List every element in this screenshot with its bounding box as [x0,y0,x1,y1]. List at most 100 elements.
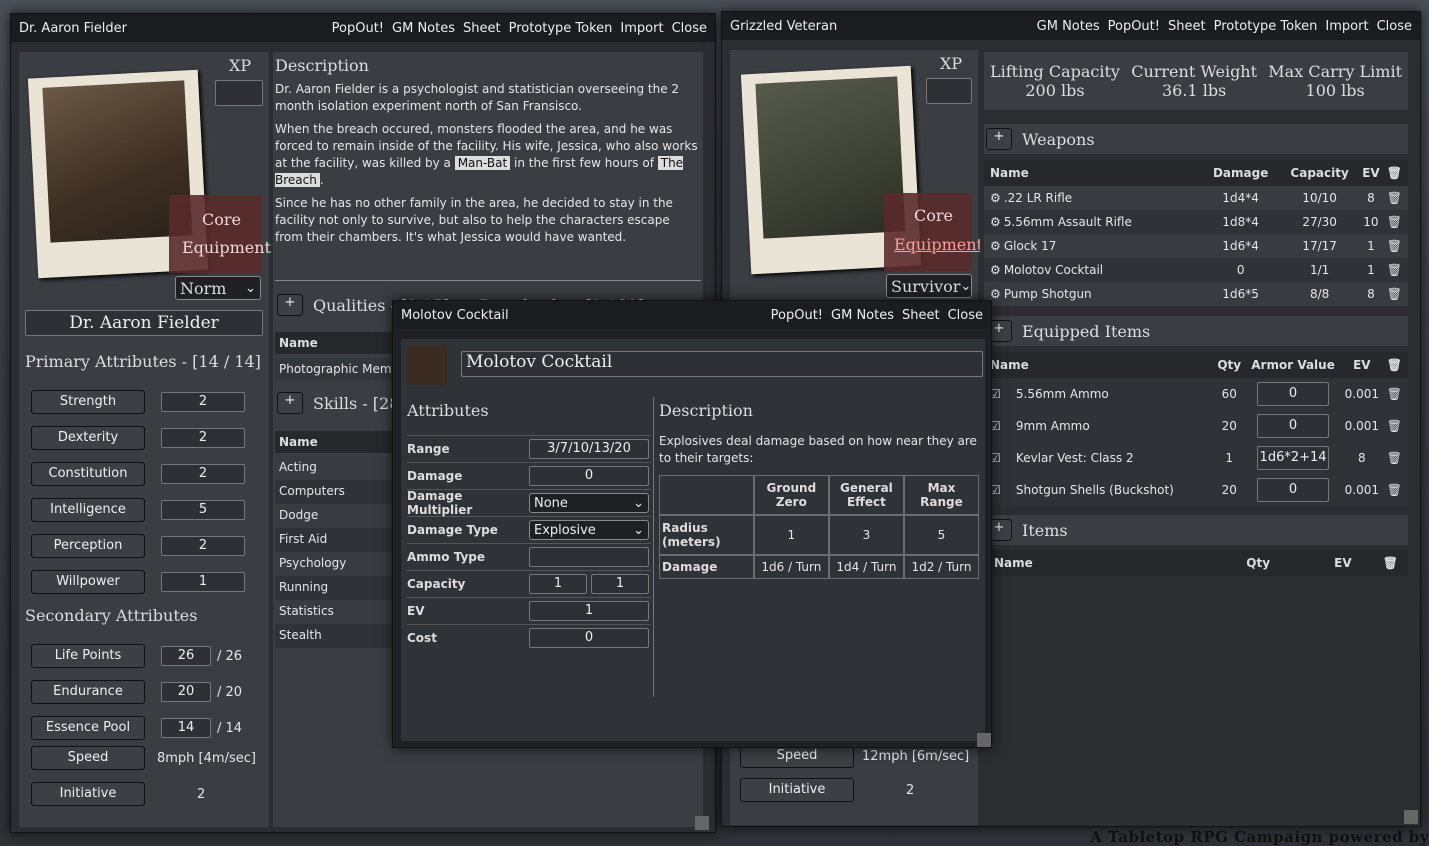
secondary-value[interactable]: 26 [161,646,211,666]
xp-input[interactable] [926,78,972,104]
type-select[interactable]: Norm ⌄ [175,276,261,300]
window-header[interactable]: Dr. Aaron Fielder PopOut! GM Notes Sheet… [11,14,715,42]
trash-icon[interactable]: 🗑 [1387,166,1402,180]
trash-icon[interactable]: 🗑 [1387,451,1402,465]
item-attribute-select[interactable]: Explosive ⌄ [529,520,649,540]
trash-icon[interactable]: 🗑 [1387,483,1402,497]
core-tab[interactable] [884,193,972,271]
trash-icon[interactable]: 🗑 [1387,239,1402,253]
gear-icon[interactable]: ⚙ [990,215,1004,229]
secondary-value[interactable]: 14 [161,718,211,738]
sheet-button[interactable]: Sheet [902,308,940,323]
attribute-value[interactable]: 2 [161,428,245,448]
item-image[interactable] [407,345,447,385]
weapon-row[interactable]: ⚙ Molotov Cocktail 0 1/1 1 🗑 [984,258,1408,282]
trash-icon[interactable]: 🗑 [1387,287,1402,301]
sheet-button[interactable]: Sheet [463,21,501,36]
character-name-field[interactable]: Dr. Aaron Fielder [25,310,263,336]
add-weapon-button[interactable]: + [986,128,1012,150]
close-button[interactable]: Close [672,21,707,36]
item-attribute-select[interactable]: None ⌄ [529,493,649,513]
armor-value-input[interactable]: 0 [1257,414,1329,438]
gm-notes-button[interactable]: GM Notes [1037,19,1100,34]
import-button[interactable]: Import [620,21,663,36]
gear-icon[interactable]: ⚙ [990,287,1004,301]
resize-handle-icon[interactable] [977,733,991,747]
checkbox[interactable]: ☑ [990,451,1016,465]
checkbox[interactable]: ☑ [990,483,1016,497]
core-tab-label[interactable]: Core [914,206,953,225]
item-attribute-input[interactable]: 0 [529,466,649,486]
item-attribute-input[interactable] [529,547,649,567]
initiative-button[interactable]: Initiative [31,782,145,806]
weapon-row[interactable]: ⚙ .22 LR Rifle 1d4*4 10/10 8 🗑 [984,186,1408,210]
secondary-button[interactable]: Essence Pool [31,716,145,740]
item-name-field[interactable]: Molotov Cocktail [461,351,983,377]
add-quality-button[interactable]: + [277,294,303,316]
weapon-row[interactable]: ⚙ Pump Shotgun 1d6*5 8/8 8 🗑 [984,282,1408,306]
speed-button[interactable]: Speed [31,746,145,770]
gear-icon[interactable]: ⚙ [990,239,1004,253]
trash-icon[interactable]: 🗑 [1383,556,1398,570]
trash-icon[interactable]: 🗑 [1387,263,1402,277]
attribute-value[interactable]: 2 [161,464,245,484]
secondary-button[interactable]: Life Points [31,644,145,668]
item-attribute-input[interactable]: 3/7/10/13/20 [529,439,649,459]
trash-icon[interactable]: 🗑 [1387,419,1402,433]
attribute-value[interactable]: 5 [161,500,245,520]
resize-handle-icon[interactable] [1404,810,1418,824]
trash-icon[interactable]: 🗑 [1387,215,1402,229]
prototype-token-button[interactable]: Prototype Token [1214,19,1318,34]
checkbox[interactable]: ☑ [990,419,1016,433]
armor-value-input[interactable]: 1d6*2+14 [1257,446,1329,470]
core-tab-label[interactable]: Core [202,210,241,229]
resize-handle-icon[interactable] [695,816,709,830]
secondary-button[interactable]: Endurance [31,680,145,704]
equipped-name: Kevlar Vest: Class 2 [1015,451,1134,465]
gear-icon[interactable]: ⚙ [990,191,1004,205]
attribute-button[interactable]: Strength [31,390,145,414]
gm-notes-button[interactable]: GM Notes [392,21,455,36]
trash-icon[interactable]: 🗑 [1387,358,1402,372]
gm-notes-button[interactable]: GM Notes [831,308,894,323]
core-tab[interactable] [169,195,261,273]
sheet-button[interactable]: Sheet [1168,19,1206,34]
initiative-button[interactable]: Initiative [740,778,854,802]
capacity-max[interactable]: 1 [591,574,649,594]
attribute-button[interactable]: Dexterity [31,426,145,450]
add-skill-button[interactable]: + [277,392,303,414]
capacity-current[interactable]: 1 [529,574,587,594]
attribute-value[interactable]: 2 [161,392,245,412]
prototype-token-button[interactable]: Prototype Token [509,21,613,36]
secondary-value[interactable]: 20 [161,682,211,702]
item-attribute-input[interactable]: 1 [529,601,649,621]
checkbox[interactable]: ☑ [990,387,1016,401]
equipment-tab-label[interactable]: Equipment [894,235,983,254]
window-header[interactable]: Molotov Cocktail PopOut! GM Notes Sheet … [393,301,991,329]
import-button[interactable]: Import [1325,19,1368,34]
trash-icon[interactable]: 🗑 [1387,191,1402,205]
attribute-button[interactable]: Intelligence [31,498,145,522]
popout-button[interactable]: PopOut! [332,21,384,36]
attribute-button[interactable]: Perception [31,534,145,558]
weapon-row[interactable]: ⚙ 5.56mm Assault Rifle 1d8*4 27/30 10 🗑 [984,210,1408,234]
weapon-row[interactable]: ⚙ Glock 17 1d6*4 17/17 1 🗑 [984,234,1408,258]
close-button[interactable]: Close [948,308,983,323]
attribute-value[interactable]: 2 [161,536,245,556]
equipment-tab-label[interactable]: Equipment [182,238,271,257]
type-select[interactable]: Survivor ⌄ [886,274,972,298]
close-button[interactable]: Close [1377,19,1412,34]
armor-value-input[interactable]: 0 [1257,478,1329,502]
window-header[interactable]: Grizzled Veteran GM Notes PopOut! Sheet … [722,12,1420,40]
popout-button[interactable]: PopOut! [1108,19,1160,34]
man-bat-link[interactable]: Man-Bat [454,156,511,170]
attribute-button[interactable]: Willpower [31,570,145,594]
popout-button[interactable]: PopOut! [771,308,823,323]
item-attribute-input[interactable]: 0 [529,628,649,648]
xp-input[interactable] [215,80,263,106]
gear-icon[interactable]: ⚙ [990,263,1004,277]
armor-value-input[interactable]: 0 [1257,382,1329,406]
trash-icon[interactable]: 🗑 [1387,387,1402,401]
attribute-button[interactable]: Constitution [31,462,145,486]
attribute-value[interactable]: 1 [161,572,245,592]
